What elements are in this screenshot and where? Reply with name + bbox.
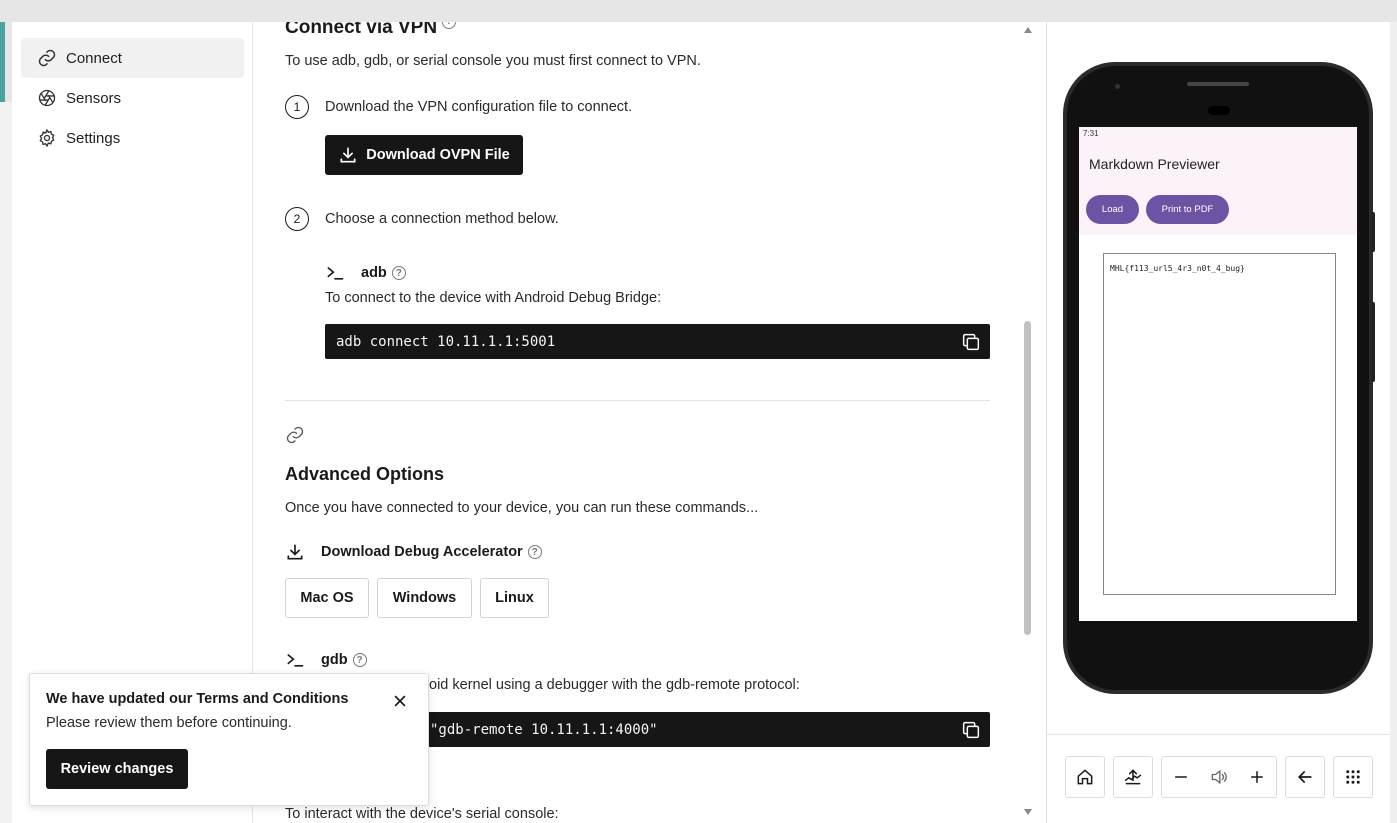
volume-controls (1161, 756, 1277, 798)
screenshot-icon (1124, 769, 1142, 785)
link-icon[interactable] (285, 425, 305, 445)
help-icon[interactable]: ? (352, 653, 367, 667)
phone-frame: 7:31 Markdown Previewer Load Print to PD… (1063, 62, 1373, 694)
browser-top-bar (0, 0, 1397, 22)
device-panel: 7:31 Markdown Previewer Load Print to PD… (1046, 22, 1391, 823)
phone-volume-button (1371, 302, 1375, 382)
controls-divider (1047, 734, 1391, 735)
status-bar: 7:31 (1079, 127, 1357, 141)
apps-grid-icon (1346, 770, 1360, 784)
front-sensor (1208, 106, 1230, 115)
scroll-up-arrow[interactable] (1024, 27, 1032, 33)
terms-toast: We have updated our Terms and Conditions… (29, 673, 429, 806)
volume-icon (1211, 769, 1227, 785)
phone-side-button (1371, 212, 1375, 252)
os-linux-button[interactable]: Linux (480, 578, 549, 618)
adb-description: To connect to the device with Android De… (325, 290, 662, 306)
apps-grid-button[interactable] (1333, 756, 1373, 798)
step1-text: Download the VPN configuration file to c… (325, 99, 633, 115)
sidebar-item-connect[interactable]: Connect (21, 38, 244, 78)
scrollbar[interactable] (1022, 22, 1034, 823)
download-icon (287, 544, 303, 560)
scroll-down-arrow[interactable] (1024, 809, 1032, 815)
speaker-grille (1187, 82, 1249, 86)
camera-dot (1115, 84, 1120, 89)
gdb-label: gdb? (285, 650, 367, 670)
adb-command: adb connect 10.11.1.1:5001 (336, 333, 556, 350)
step2-text: Choose a connection method below. (325, 211, 559, 227)
section-divider (285, 400, 990, 401)
back-button[interactable] (1285, 756, 1325, 798)
review-changes-button[interactable]: Review changes (46, 749, 188, 789)
download-icon (340, 147, 356, 163)
right-gutter (1390, 22, 1397, 823)
sidebar-item-label: Connect (66, 49, 122, 67)
load-button[interactable]: Load (1086, 195, 1139, 224)
markdown-content: MHL{f113_url5_4r3_n0t_4_bug} (1110, 264, 1245, 273)
markdown-preview: MHL{f113_url5_4r3_n0t_4_bug} (1103, 253, 1336, 595)
home-icon (1077, 769, 1093, 785)
sidebar-item-label: Settings (66, 129, 121, 147)
step-number: 2 (285, 207, 309, 231)
step-number: 1 (285, 95, 309, 119)
print-to-pdf-button[interactable]: Print to PDF (1146, 195, 1229, 224)
phone-screen[interactable]: 7:31 Markdown Previewer Load Print to PD… (1079, 127, 1357, 621)
sidebar-item-label: Sensors (66, 89, 122, 107)
advanced-section-title: Advanced Options (285, 464, 445, 484)
vpn-section-title: Connect via VPN? (285, 22, 457, 39)
copy-icon[interactable] (960, 719, 982, 741)
gdb-description: oid kernel using a debugger with the gdb… (429, 677, 800, 693)
volume-down-icon[interactable] (1172, 768, 1190, 786)
sidebar-item-settings[interactable]: Settings (21, 118, 244, 158)
link-icon (38, 49, 56, 67)
copy-icon[interactable] (960, 331, 982, 353)
aperture-icon (38, 89, 56, 107)
help-icon[interactable]: ? (391, 266, 406, 280)
scroll-thumb[interactable] (1024, 321, 1031, 635)
toast-title: We have updated our Terms and Conditions (46, 691, 349, 707)
terminal-icon (327, 267, 344, 280)
help-icon[interactable]: ? (527, 545, 542, 559)
download-ovpn-button[interactable]: Download OVPN File (325, 135, 523, 175)
serial-description: To interact with the device's serial con… (285, 806, 559, 822)
vpn-intro: To use adb, gdb, or serial console you m… (285, 53, 701, 69)
left-gutter (0, 102, 12, 823)
volume-up-icon[interactable] (1248, 768, 1266, 786)
gear-icon (39, 128, 55, 148)
adb-command-box: adb connect 10.11.1.1:5001 (325, 324, 990, 359)
app-title: Markdown Previewer (1089, 156, 1220, 172)
os-mac-button[interactable]: Mac OS (285, 578, 369, 618)
terminal-icon (287, 654, 304, 667)
gdb-command: "gdb-remote 10.11.1.1:4000" (430, 721, 658, 738)
close-icon[interactable] (391, 692, 409, 710)
os-windows-button[interactable]: Windows (377, 578, 472, 618)
help-icon[interactable]: ? (442, 22, 457, 29)
screenshot-button[interactable] (1113, 756, 1153, 798)
advanced-intro: Once you have connected to your device, … (285, 500, 759, 516)
home-button[interactable] (1065, 756, 1105, 798)
back-icon (1297, 771, 1312, 783)
adb-label: adb? (325, 263, 406, 283)
toast-body: Please review them before continuing. (46, 715, 292, 731)
sidebar-item-sensors[interactable]: Sensors (21, 78, 244, 118)
app-bar: Markdown Previewer Load Print to PDF (1079, 141, 1357, 235)
debug-accelerator-label: Download Debug Accelerator? (285, 542, 542, 562)
window-accent-edge (0, 22, 5, 102)
